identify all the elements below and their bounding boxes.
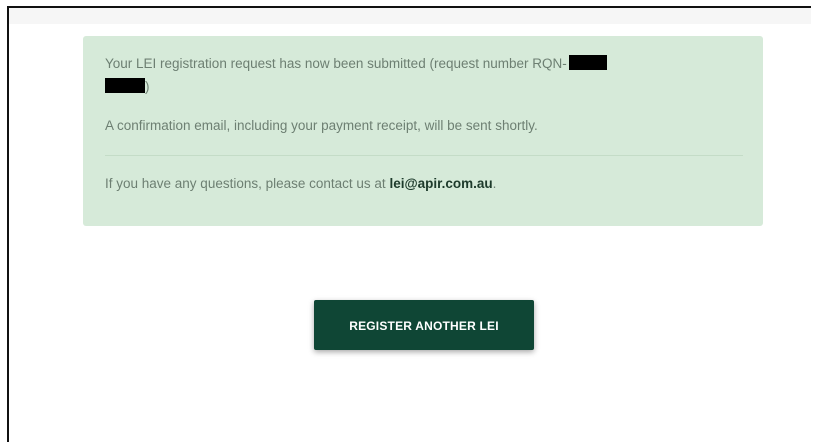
confirmation-message: A confirmation email, including your pay…	[105, 118, 538, 133]
redacted-request-number-part1	[568, 55, 607, 70]
submission-message-suffix: )	[145, 79, 150, 94]
contact-email-link[interactable]: lei@apir.com.au	[389, 176, 492, 191]
register-another-lei-button[interactable]: REGISTER ANOTHER LEI	[314, 300, 534, 350]
contact-suffix: .	[492, 176, 497, 191]
contact-text: If you have any questions, please contac…	[105, 176, 390, 191]
redacted-request-number-part2	[105, 78, 145, 93]
alert-divider	[105, 155, 743, 156]
contact-message: If you have any questions, please contac…	[105, 172, 743, 195]
top-strip	[9, 8, 811, 24]
page-frame: Your LEI registration request has now be…	[7, 6, 811, 442]
submission-message-text: Your LEI registration request has now be…	[105, 56, 567, 71]
submission-message: Your LEI registration request has now be…	[105, 52, 743, 98]
success-alert: Your LEI registration request has now be…	[83, 36, 763, 226]
